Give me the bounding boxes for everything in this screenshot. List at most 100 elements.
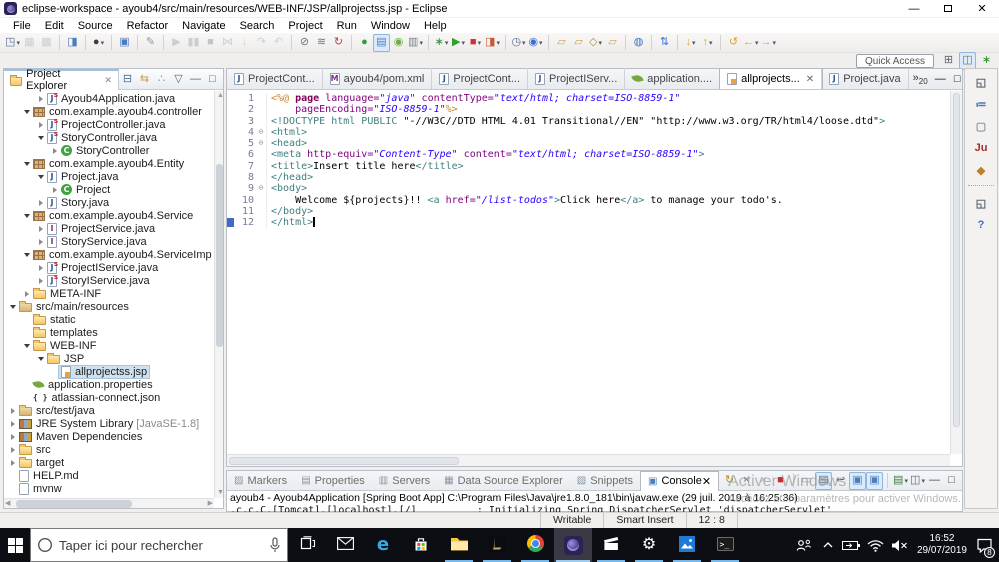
- code-line[interactable]: 3 <!DOCTYPE html PUBLIC "-//W3C//DTD HTML…: [227, 115, 950, 127]
- save-button[interactable]: ▦: [21, 34, 38, 52]
- clear-console-button[interactable]: ▭: [798, 472, 815, 490]
- taskbar-search-input[interactable]: [59, 537, 269, 553]
- disconnect-button[interactable]: ⋈: [219, 34, 236, 52]
- expand-arrow-icon[interactable]: [22, 290, 31, 297]
- quick-access-box[interactable]: Quick Access: [855, 53, 934, 68]
- view-tab-console[interactable]: ▣ Console ✕: [640, 470, 720, 491]
- tree-item-static[interactable]: static: [4, 313, 214, 326]
- scrollbar-thumb[interactable]: [953, 93, 960, 427]
- fold-marker[interactable]: ⊖: [256, 126, 267, 139]
- expand-arrow-icon[interactable]: [36, 356, 45, 361]
- last-edit-button[interactable]: ↺: [725, 34, 742, 52]
- project-explorer-view-tab[interactable]: Project Explorer ✕: [4, 68, 119, 92]
- maximize-view-button[interactable]: □: [204, 70, 221, 88]
- step-into-button[interactable]: ↓: [236, 34, 253, 52]
- menu-edit[interactable]: Edit: [38, 20, 71, 32]
- open-perspective-button[interactable]: ⊞: [940, 52, 957, 70]
- editor-vertical-scrollbar[interactable]: [950, 91, 962, 454]
- relaunch-button[interactable]: ↻: [330, 34, 347, 52]
- spring-run-button[interactable]: ●: [356, 34, 373, 52]
- menu-project[interactable]: Project: [281, 20, 329, 32]
- menu-run[interactable]: Run: [330, 20, 364, 32]
- expand-arrow-icon[interactable]: [22, 109, 31, 114]
- new-folder-button[interactable]: ▱: [604, 34, 621, 52]
- code-line[interactable]: 9 ⊖ <body>: [227, 183, 950, 195]
- code-line[interactable]: 7 <title>Insert title here</title>: [227, 160, 950, 173]
- minimize-editor-button[interactable]: —: [932, 70, 949, 88]
- view-tab-markers[interactable]: ▨ Markers: [227, 471, 294, 491]
- relaunch-console-button[interactable]: ↻: [721, 472, 738, 490]
- menu-help[interactable]: Help: [417, 20, 454, 32]
- task-list-view-button[interactable]: ▢: [970, 116, 992, 136]
- code-line[interactable]: 11 </body>: [227, 205, 950, 218]
- editor-tab-projectcont[interactable]: J ProjectCont...: [227, 68, 323, 89]
- editor-tab-allprojects[interactable]: allprojects... ✕: [720, 68, 823, 89]
- tree-item-src-test-java[interactable]: src/test/java: [4, 404, 214, 417]
- remote-screen-button[interactable]: ▣: [116, 34, 133, 52]
- explorer-horizontal-scrollbar[interactable]: ◀ ▶: [4, 498, 214, 508]
- tree-item-web-inf[interactable]: WEB-INF: [4, 339, 214, 352]
- expand-arrow-icon[interactable]: [22, 252, 31, 257]
- fold-marker[interactable]: ⊖: [256, 138, 267, 150]
- tree-item-atlassian-connect-json[interactable]: { } atlassian-connect.json: [4, 391, 214, 404]
- settings-taskbar-button[interactable]: ⚙: [630, 528, 668, 562]
- tray-expand-icon[interactable]: [817, 528, 839, 562]
- remove-all-launches-button[interactable]: ×: [755, 472, 772, 490]
- restore-help-views-button[interactable]: ◱: [970, 193, 992, 213]
- tree-item-target[interactable]: target: [4, 456, 214, 469]
- code-line[interactable]: 5 ⊖ <head>: [227, 138, 950, 150]
- back-button[interactable]: ← ▾: [742, 34, 760, 52]
- expand-arrow-icon[interactable]: [36, 121, 45, 128]
- window-restore-button[interactable]: [931, 0, 965, 18]
- tree-item-ayoub4application-java[interactable]: Js Ayoub4Application.java: [4, 91, 214, 105]
- minimize-panel-button[interactable]: —: [926, 472, 943, 490]
- microphone-icon[interactable]: [269, 537, 281, 553]
- store-taskbar-button[interactable]: [402, 528, 440, 562]
- spring-leaf-button[interactable]: ◉: [390, 34, 407, 52]
- no-edit-button[interactable]: ✎: [142, 34, 159, 52]
- photos-taskbar-button[interactable]: [668, 528, 706, 562]
- server-tools-button[interactable]: ▥ ▾: [407, 34, 424, 52]
- expand-arrow-icon[interactable]: [8, 304, 17, 309]
- tree-item-projectcontroller-java[interactable]: Js ProjectController.java: [4, 117, 214, 131]
- view-tab-snippets[interactable]: ▧ Snippets: [570, 471, 640, 491]
- web-browser-button[interactable]: ◍: [630, 34, 647, 52]
- terminate-button[interactable]: ■: [772, 472, 789, 490]
- editor-tab-overflow[interactable]: »20: [909, 72, 932, 86]
- expand-arrow-icon[interactable]: [36, 95, 45, 102]
- menu-file[interactable]: File: [6, 20, 38, 32]
- code-line[interactable]: 12 </html>: [227, 217, 950, 229]
- scroll-right-icon[interactable]: ▶: [208, 499, 213, 509]
- tree-item-storycontroller[interactable]: C StoryController: [4, 144, 214, 157]
- expand-arrow-icon[interactable]: [50, 186, 59, 193]
- minimize-view-button[interactable]: —: [187, 70, 204, 88]
- menu-search[interactable]: Search: [233, 20, 282, 32]
- editor-tab-ayoub4-pom-xml[interactable]: Mayoub4/pom.xml: [323, 68, 433, 89]
- web-service-button[interactable]: ◷ ▾: [510, 34, 527, 52]
- editor-tab-projectcont[interactable]: J ProjectCont...: [432, 68, 528, 89]
- scrollbar-thumb[interactable]: [16, 500, 132, 508]
- battery-icon[interactable]: [841, 528, 863, 562]
- tree-item-storyservice-java[interactable]: I StoryService.java: [4, 235, 214, 248]
- expand-arrow-icon[interactable]: [22, 161, 31, 166]
- tree-item-allprojectss-jsp[interactable]: allprojectss.jsp: [4, 365, 214, 378]
- tree-item-project-java[interactable]: J Project.java: [4, 170, 214, 183]
- menu-source[interactable]: Source: [71, 20, 120, 32]
- menu-window[interactable]: Window: [364, 20, 417, 32]
- expand-arrow-icon[interactable]: [36, 238, 45, 245]
- taskbar-search[interactable]: [30, 528, 288, 562]
- show-console-on-stdout-button[interactable]: ▣: [849, 471, 866, 490]
- junit-view-button[interactable]: Ju: [970, 138, 992, 158]
- debug-perspective-button[interactable]: ∗: [978, 52, 995, 70]
- expand-arrow-icon[interactable]: [36, 277, 45, 284]
- close-view-icon[interactable]: ✕: [104, 75, 112, 86]
- help-view-button[interactable]: ?: [970, 215, 992, 235]
- save-all-button[interactable]: ▩: [38, 34, 55, 52]
- editor-tab-projectiserv[interactable]: J ProjectIServ...: [528, 68, 626, 89]
- scrollbar-thumb[interactable]: [229, 457, 459, 465]
- expand-arrow-icon[interactable]: [36, 199, 45, 206]
- tree-item-storyiservice-java[interactable]: Js StoryIService.java: [4, 273, 214, 287]
- terminate-launch-button[interactable]: ■ ▾: [467, 34, 484, 52]
- fold-marker[interactable]: ⊖: [256, 183, 267, 195]
- tree-item-com-example-ayoub4-entity[interactable]: com.example.ayoub4.Entity: [4, 157, 214, 170]
